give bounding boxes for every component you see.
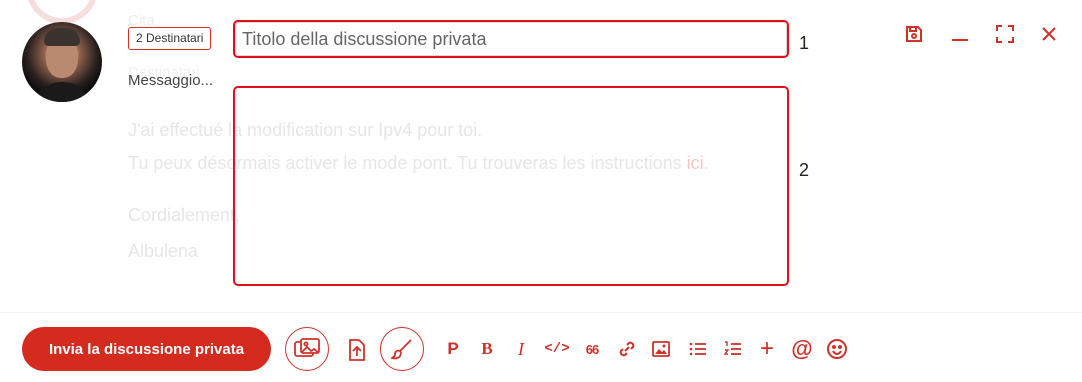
upload-icon — [349, 339, 365, 361]
image-icon — [652, 341, 670, 357]
close-icon — [1042, 27, 1056, 41]
background-avatar-ring — [26, 0, 98, 24]
gallery-button[interactable] — [285, 327, 329, 371]
image-button[interactable] — [648, 336, 674, 362]
upload-button[interactable] — [344, 337, 370, 363]
annotation-label-2: 2 — [799, 160, 810, 180]
toolbar-divider — [0, 312, 1082, 313]
title-input[interactable] — [235, 22, 787, 56]
recipients-badge[interactable]: 2 Destinatari — [128, 27, 212, 50]
minimize-icon — [952, 39, 968, 41]
mention-button[interactable]: @ — [789, 336, 815, 362]
gallery-icon — [294, 338, 320, 357]
message-label: Messaggio... — [128, 72, 214, 89]
background-line-4: Albulena — [128, 241, 199, 261]
code-button[interactable]: </> — [544, 336, 570, 362]
bold-button[interactable]: B — [474, 336, 500, 362]
paragraph-button[interactable]: P — [440, 336, 466, 362]
more-options-button[interactable]: + — [754, 335, 780, 362]
close-button[interactable] — [1037, 22, 1061, 46]
quote-button[interactable]: 66 — [579, 336, 605, 362]
minimize-button[interactable] — [948, 22, 972, 46]
emoji-button[interactable] — [824, 336, 850, 362]
send-button[interactable]: Invia la discussione privata — [22, 327, 271, 371]
brush-icon — [391, 339, 412, 360]
save-draft-button[interactable] — [902, 22, 926, 46]
link-icon — [619, 341, 635, 357]
background-line-3: Cordialement, — [128, 205, 241, 225]
fullscreen-button[interactable] — [993, 22, 1017, 46]
style-button[interactable] — [380, 327, 424, 371]
fullscreen-icon — [996, 25, 1014, 43]
bullet-list-icon — [689, 342, 706, 356]
annotation-label-1: 1 — [799, 33, 810, 53]
numbered-list-button[interactable] — [720, 336, 746, 362]
italic-button[interactable]: I — [508, 336, 534, 362]
link-button[interactable] — [614, 336, 640, 362]
message-textarea[interactable] — [235, 88, 787, 284]
smiley-icon — [827, 339, 847, 359]
avatar — [22, 22, 102, 102]
bullet-list-button[interactable] — [685, 336, 711, 362]
save-icon — [906, 26, 922, 42]
numbered-list-icon — [724, 341, 741, 355]
